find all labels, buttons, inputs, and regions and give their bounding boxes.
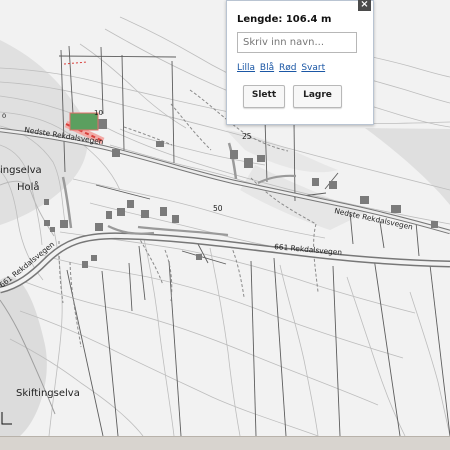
place-label-ingselva: ingselva [0,165,42,176]
delete-button[interactable]: Slett [243,85,285,108]
color-svart-link[interactable]: Svart [301,63,325,73]
name-input[interactable] [237,32,357,53]
map-viewer: ingselva Holå Skiftingselva Nedste Rekda… [0,0,450,450]
bottom-bar [0,436,450,450]
contour-label-25: 25 [242,132,252,141]
color-rod-link[interactable]: Rød [279,63,296,73]
place-label-hola: Holå [17,180,40,193]
contour-label-50: 50 [213,204,223,213]
topographic-map[interactable]: ingselva Holå Skiftingselva Nedste Rekda… [0,0,450,436]
save-button[interactable]: Lagre [293,85,342,108]
length-readout: Lengde: 106.4 m [237,14,332,25]
contour-label-10: 10 [94,109,103,117]
color-links: Lilla Blå Rød Svart [237,63,327,73]
close-button[interactable]: × [358,0,371,11]
measurement-popup: × Lengde: 106.4 m Lilla Blå Rød Svart Sl… [226,0,374,125]
color-bla-link[interactable]: Blå [260,63,274,73]
color-lilla-link[interactable]: Lilla [237,63,255,73]
contour-label-0: 0 [2,112,6,120]
place-label-skiftingselva: Skiftingselva [16,388,80,399]
